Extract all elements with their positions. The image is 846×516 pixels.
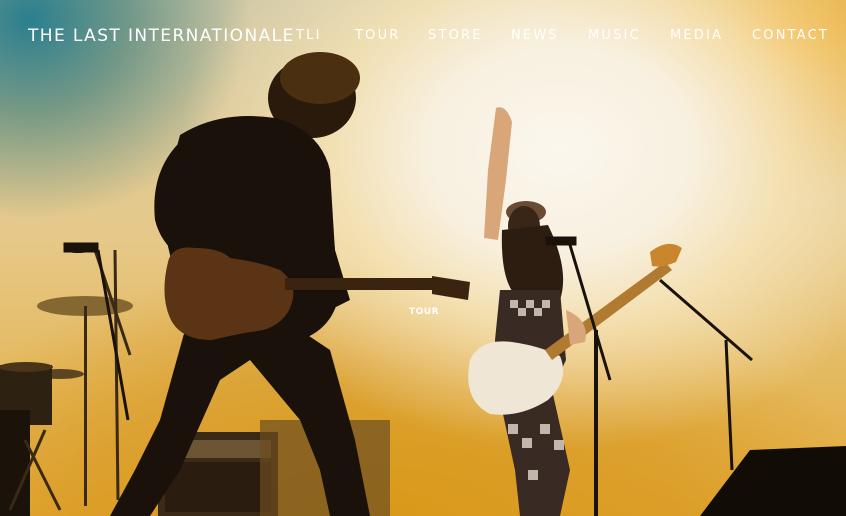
- nav-item-music[interactable]: MUSIC: [588, 28, 641, 43]
- singer-bassist: [468, 107, 682, 516]
- nav-item-media[interactable]: MEDIA: [670, 28, 723, 43]
- nav-item-news[interactable]: NEWS: [511, 28, 559, 43]
- mic-stand-left: [63, 242, 130, 421]
- hero-tour-link[interactable]: TOUR: [409, 307, 439, 317]
- concert-photo: [0, 52, 846, 516]
- drum-kit: [0, 245, 133, 516]
- site-logo-link[interactable]: THE LAST INTERNATIONALE: [28, 26, 295, 46]
- stage-monitor: [700, 446, 846, 516]
- nav-item-contact[interactable]: CONTACT: [752, 28, 829, 43]
- nav-item-tour[interactable]: TOUR: [355, 28, 401, 43]
- nav-item-tli[interactable]: TLI: [296, 28, 322, 43]
- hero-banner: THE LAST INTERNATIONALE TLI TOUR STORE N…: [0, 0, 846, 516]
- mic-stand-right: [659, 278, 753, 471]
- nav-item-store[interactable]: STORE: [428, 28, 483, 43]
- main-navigation: THE LAST INTERNATIONALE TLI TOUR STORE N…: [0, 0, 846, 72]
